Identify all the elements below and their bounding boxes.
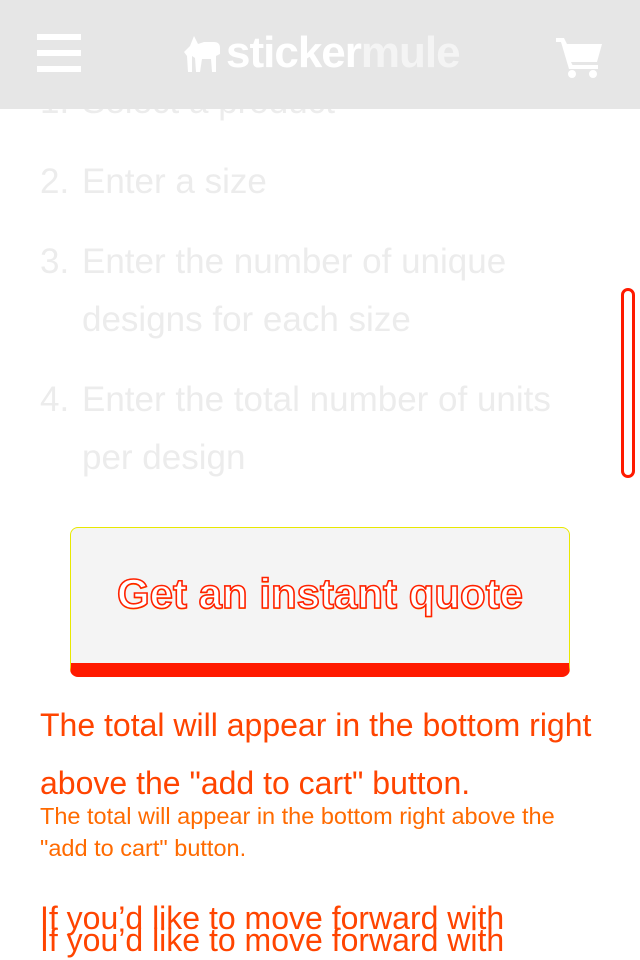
step-text: Enter the total number of units per desi… [82,380,551,477]
scrollbar-thumb[interactable] [621,288,635,478]
step-text: Enter the number of unique designs for e… [82,242,507,339]
shopping-cart-icon[interactable] [556,36,604,78]
step-item: 2. Enter a size [40,153,600,211]
step-number: 2. [40,162,70,201]
step-item: 3. Enter the number of unique designs fo… [40,233,600,349]
logo-wordmark: stickermule [226,28,461,77]
move-forward-text-duplicate: If you’d like to move forward with [40,922,505,958]
total-info-text-small: The total will appear in the bottom righ… [40,803,555,861]
step-number: 4. [40,380,70,419]
step-item: 4. Enter the total number of units per d… [40,371,600,487]
step-number: 3. [40,242,70,281]
total-info-text: The total will appear in the bottom righ… [40,707,592,801]
logo-word-sticker: sticker [226,28,362,77]
step-text: Enter a size [82,162,267,201]
quote-button-label: Get an instant quote [116,569,524,618]
hamburger-menu-icon[interactable] [37,34,81,72]
mule-logo-icon [184,36,220,72]
get-instant-quote-button[interactable]: Get an instant quote [70,527,570,677]
logo-word-mule: mule [360,28,461,77]
stickermule-logo[interactable]: stickermule [180,28,461,78]
top-navigation-bar: stickermule [0,0,640,109]
